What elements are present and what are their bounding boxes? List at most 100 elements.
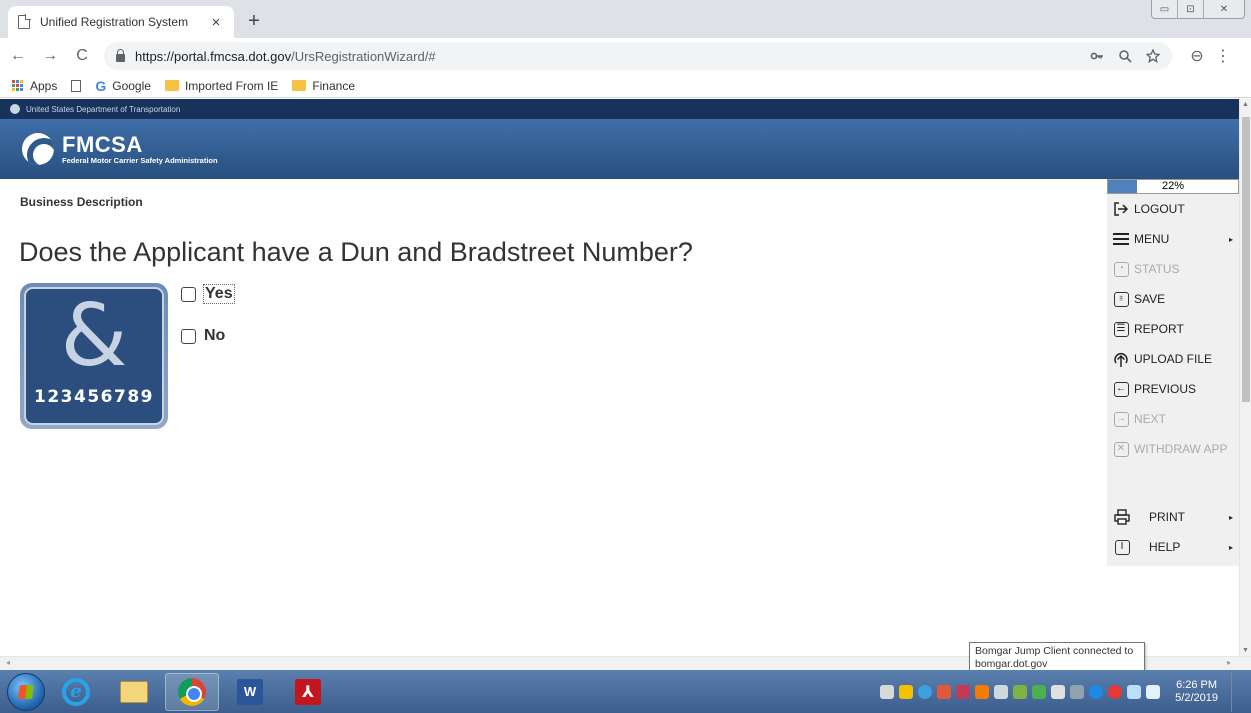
browser-toolbar: ← → C https://portal.fmcsa.dot.gov/UrsRe… — [0, 38, 1251, 74]
save-button[interactable]: ♁ SAVE — [1107, 284, 1239, 314]
upload-file-button[interactable]: UPLOAD FILE — [1107, 344, 1239, 374]
print-button[interactable]: PRINT ▸ — [1107, 502, 1239, 532]
menu-button[interactable]: MENU ▸ — [1107, 224, 1239, 254]
vertical-scrollbar[interactable]: ▲ ▼ — [1239, 99, 1251, 656]
bookmark-imported-from-ie[interactable]: Imported From IE — [164, 78, 279, 93]
url-path: /UrsRegistrationWizard/# — [291, 48, 436, 64]
zoom-icon[interactable] — [1118, 49, 1132, 63]
option-label[interactable]: No — [204, 327, 225, 345]
taskbar: e W ⅄ 6:26 PM 5/2/2019 — [0, 670, 1251, 713]
volume-icon[interactable] — [1146, 684, 1161, 699]
folder-icon — [292, 80, 307, 91]
report-button[interactable]: ☰ REPORT — [1107, 314, 1239, 344]
scroll-up-icon[interactable]: ▲ — [1242, 101, 1249, 108]
bookmark-google[interactable]: G Google — [95, 78, 151, 94]
tools-icon[interactable] — [1013, 684, 1028, 699]
new-tab-button[interactable]: + — [242, 9, 266, 33]
system-tray: 6:26 PM 5/2/2019 — [880, 671, 1251, 712]
display-icon[interactable] — [1070, 684, 1085, 699]
report-label: REPORT — [1134, 322, 1184, 336]
scroll-right-icon[interactable]: ▸ — [1227, 658, 1231, 667]
page-title: Does the Applicant have a Dun and Bradst… — [19, 237, 693, 267]
progress-bar: 22% — [1107, 179, 1239, 194]
omnibox-icons — [1090, 49, 1160, 63]
fmcsa-logo-text[interactable]: FMCSA Federal Motor Carrier Safety Admin… — [62, 131, 218, 165]
next-label: NEXT — [1134, 412, 1167, 426]
bookmark-finance[interactable]: Finance — [292, 79, 355, 93]
monitor-icon[interactable] — [1127, 684, 1142, 699]
browser-menu-icon[interactable]: ⋮ — [1214, 46, 1232, 66]
lock-icon[interactable] — [116, 48, 125, 62]
withdraw-app-button[interactable]: ✕ WITHDRAW APP — [1107, 434, 1239, 464]
option-no[interactable]: No — [181, 327, 225, 345]
submenu-arrow-icon: ▸ — [1228, 234, 1233, 244]
signal-icon[interactable] — [994, 684, 1009, 699]
agency-name: United States Department of Transportati… — [26, 104, 181, 114]
url-text[interactable]: https://portal.fmcsa.dot.gov/UrsRegistra… — [135, 49, 436, 64]
previous-icon: ← — [1112, 380, 1130, 398]
status-button[interactable]: ◔ STATUS — [1107, 254, 1239, 284]
scrollbar-thumb[interactable] — [1242, 117, 1250, 402]
bookmark-page[interactable] — [71, 79, 82, 92]
side-panel-spacer — [1107, 464, 1239, 502]
start-button[interactable] — [7, 672, 45, 711]
bookmark-apps[interactable]: Apps — [12, 79, 57, 93]
shield-icon[interactable] — [899, 684, 914, 699]
help-label: HELP — [1149, 540, 1181, 554]
yes-checkbox[interactable] — [181, 286, 196, 302]
dot-logo-icon — [10, 104, 20, 114]
language-icon[interactable] — [880, 684, 895, 699]
window-controls: ▭ ⊡ ✕ — [1151, 0, 1245, 19]
duns-logo-image: & 123456789 — [20, 283, 168, 429]
taskbar-acrobat[interactable]: ⅄ — [281, 673, 335, 711]
device-icon[interactable] — [1051, 684, 1066, 699]
gov-strip: United States Department of Transportati… — [0, 99, 1239, 119]
option-yes[interactable]: Yes — [181, 284, 235, 304]
taskbar-internet-explorer[interactable]: e — [49, 673, 103, 711]
reload-button[interactable]: C — [68, 47, 96, 65]
tab-close-icon[interactable]: × — [208, 14, 224, 31]
scroll-left-icon[interactable]: ◂ — [6, 658, 10, 667]
network-icon[interactable] — [937, 684, 952, 699]
option-label[interactable]: Yes — [203, 284, 235, 304]
close-window-button[interactable]: ✕ — [1204, 0, 1244, 18]
next-button[interactable]: → NEXT — [1107, 404, 1239, 434]
minimize-button[interactable]: ▭ — [1152, 0, 1178, 18]
star-icon[interactable] — [1146, 49, 1160, 63]
logo-title: FMCSA — [62, 131, 143, 157]
bomgar-icon[interactable] — [975, 684, 990, 699]
logout-label: LOGOUT — [1134, 202, 1185, 216]
status-icon: ◔ — [1112, 260, 1130, 278]
security-icon[interactable] — [956, 684, 971, 699]
dot-tray-icon[interactable] — [1089, 684, 1104, 699]
help-button[interactable]: i HELP ▸ — [1107, 532, 1239, 562]
bookmark-label: Imported From IE — [184, 78, 279, 93]
update-icon[interactable] — [1032, 684, 1047, 699]
profile-icon[interactable]: ⊖ — [1186, 46, 1208, 66]
chrome-icon — [178, 677, 206, 706]
sync-icon[interactable] — [918, 684, 933, 699]
fmcsa-logo-icon[interactable] — [22, 133, 54, 165]
forward-button[interactable]: → — [36, 47, 64, 65]
logout-button[interactable]: LOGOUT — [1107, 194, 1239, 224]
show-desktop-button[interactable] — [1231, 671, 1243, 712]
scroll-down-icon[interactable]: ▼ — [1242, 647, 1249, 654]
taskbar-word[interactable]: W — [223, 673, 277, 711]
save-label: SAVE — [1134, 292, 1166, 306]
taskbar-chrome[interactable] — [165, 672, 219, 711]
address-bar[interactable]: https://portal.fmcsa.dot.gov/UrsRegistra… — [104, 42, 1172, 70]
browser-tab[interactable]: Unified Registration System × — [8, 6, 234, 38]
key-icon[interactable] — [1090, 49, 1104, 63]
side-panel: 22% LOGOUT MENU ▸ ◔ STATUS ♁ SAVE ☰ REPO… — [1107, 179, 1239, 566]
system-clock[interactable]: 6:26 PM 5/2/2019 — [1175, 679, 1218, 705]
ampersand-icon: & — [60, 287, 128, 386]
previous-button[interactable]: ← PREVIOUS — [1107, 374, 1239, 404]
no-checkbox[interactable] — [181, 328, 196, 344]
duns-sample-number: 123456789 — [34, 387, 154, 407]
taskbar-windows-explorer[interactable] — [107, 673, 161, 711]
antivirus-icon[interactable] — [1108, 684, 1123, 699]
clock-time: 6:26 PM — [1176, 678, 1218, 691]
back-button[interactable]: ← — [4, 47, 32, 65]
maximize-button[interactable]: ⊡ — [1178, 0, 1204, 18]
apps-grid-icon — [12, 79, 24, 92]
